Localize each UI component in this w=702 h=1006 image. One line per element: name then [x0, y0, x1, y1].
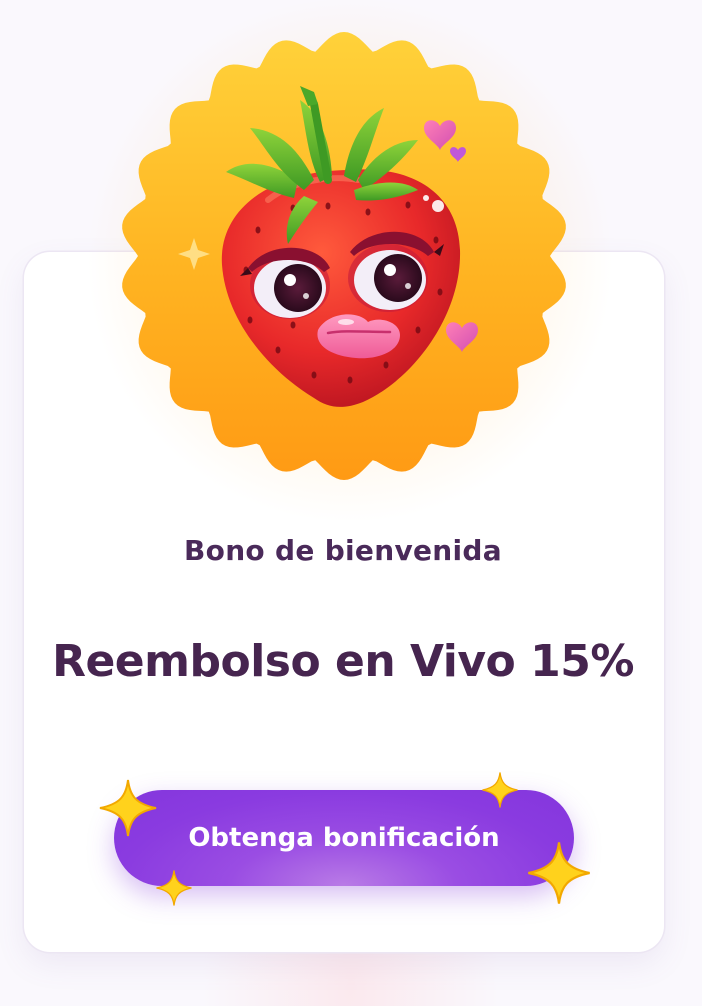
strawberry-mascot-icon: [122, 32, 566, 480]
star-icon: [156, 870, 192, 906]
star-icon: [99, 779, 157, 837]
bonus-subtitle: Bono de bienvenida: [184, 534, 502, 567]
bonus-title: Reembolso en Vivo 15%: [52, 636, 634, 687]
page: Bono de bienvenida Reembolso en Vivo 15%…: [0, 0, 702, 1006]
star-icon: [528, 842, 590, 904]
star-icon: [482, 772, 518, 808]
